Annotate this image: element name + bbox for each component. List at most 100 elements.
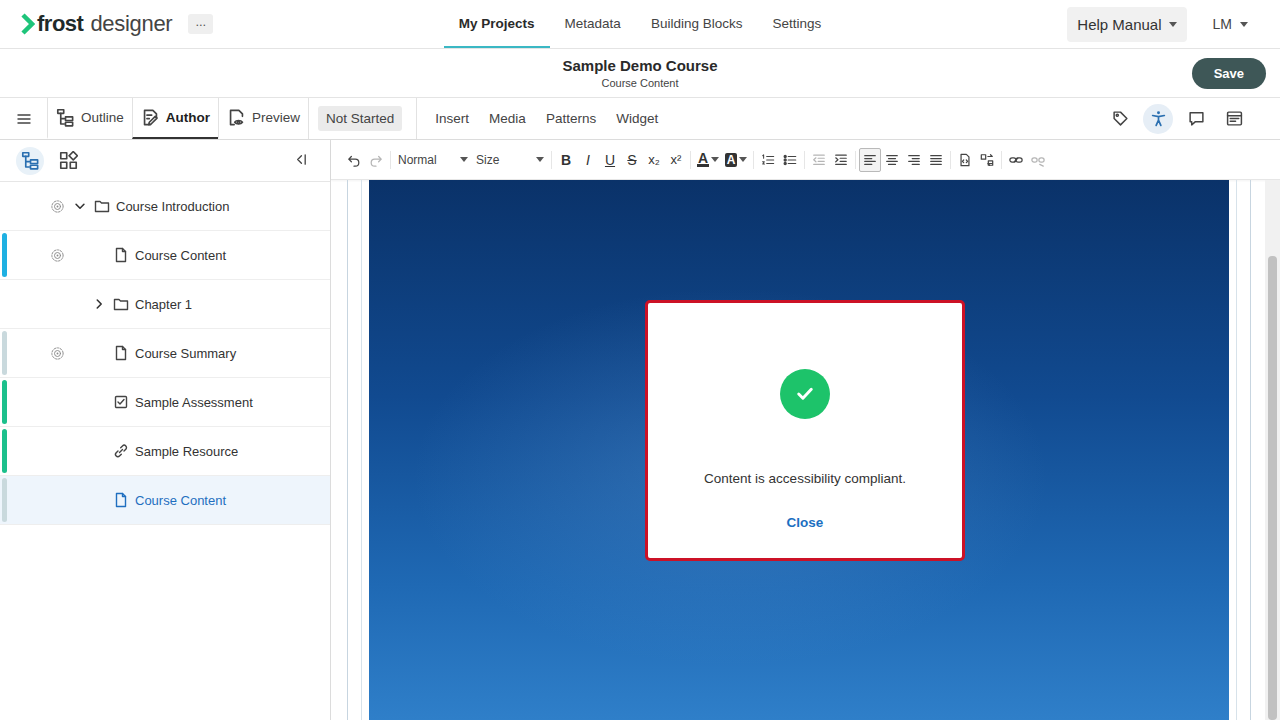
resource-icon — [113, 443, 129, 459]
editor-toolbar: Normal Size BIUSx₂ x² A A — [331, 140, 1280, 180]
format-dropdown[interactable]: Normal — [394, 148, 472, 172]
tree-item[interactable]: Course Summary — [0, 329, 330, 378]
nav-item[interactable]: Building Blocks — [636, 0, 758, 48]
help-manual-button[interactable]: Help Manual — [1067, 7, 1186, 42]
mode-tab[interactable]: Outline — [47, 98, 132, 139]
mode-tab[interactable]: Preview — [218, 98, 308, 139]
nav-item[interactable]: Settings — [757, 0, 836, 48]
item-settings-icon[interactable] — [50, 248, 65, 263]
toolbar-separator — [804, 151, 805, 169]
outline-sidebar: Course IntroductionCourse ContentChapter… — [0, 140, 331, 720]
save-button[interactable]: Save — [1192, 58, 1266, 89]
tree-item[interactable]: Chapter 1 — [0, 280, 330, 329]
size-dropdown[interactable]: Size — [472, 148, 548, 172]
toolbar-button[interactable] — [976, 148, 998, 172]
author-icon — [141, 108, 160, 127]
menu-item[interactable]: Patterns — [536, 111, 606, 126]
status-bar — [2, 429, 7, 473]
status-bar — [2, 380, 7, 424]
scrollbar[interactable] — [1265, 180, 1280, 720]
tree-item[interactable]: Course Content — [0, 476, 330, 525]
align-button[interactable] — [881, 148, 903, 172]
tree-item[interactable]: Course Content — [0, 231, 330, 280]
format-button[interactable]: x² — [665, 148, 687, 172]
mode-tab-label: Outline — [81, 110, 124, 125]
align-button[interactable] — [925, 148, 947, 172]
help-manual-label: Help Manual — [1077, 16, 1161, 33]
course-subtitle: Course Content — [601, 77, 678, 89]
view-toggle[interactable] — [16, 147, 44, 175]
status-bar — [2, 478, 7, 522]
format-button[interactable]: I — [577, 148, 599, 172]
menu-item[interactable]: Widget — [606, 111, 668, 126]
view-toggle[interactable] — [54, 147, 82, 175]
toolbar-button[interactable] — [365, 148, 387, 172]
user-menu[interactable]: LM — [1213, 16, 1248, 32]
toolbar-button[interactable] — [808, 148, 830, 172]
page-icon — [113, 492, 129, 508]
toolbar-button[interactable] — [343, 148, 365, 172]
format-button[interactable]: U — [599, 148, 621, 172]
align-button[interactable] — [859, 148, 881, 172]
toolbar-button[interactable] — [757, 148, 779, 172]
align-center-icon — [885, 153, 899, 167]
toolbar-button[interactable] — [954, 148, 976, 172]
mode-bar: OutlineAuthorPreviewNot StartedInsertMed… — [0, 98, 1280, 140]
mode-tab[interactable]: Author — [132, 98, 218, 139]
size-label: Size — [476, 153, 499, 167]
tree-item[interactable]: Sample Assessment — [0, 378, 330, 427]
text-color-button[interactable]: A — [694, 148, 722, 172]
folder-icon — [94, 198, 110, 214]
tree-item[interactable]: Course Introduction — [0, 182, 330, 231]
item-settings-icon[interactable] — [50, 346, 65, 361]
workspace: Course IntroductionCourse ContentChapter… — [0, 140, 1280, 720]
tool-button[interactable] — [1219, 104, 1249, 134]
accessibility-dialog: Content is accessibility compliant. Close — [645, 300, 965, 561]
tree-item-label: Course Introduction — [116, 199, 229, 214]
chevron-down-icon[interactable] — [73, 199, 87, 213]
toolbar-button[interactable] — [1027, 148, 1049, 172]
chevron-slot — [91, 297, 107, 311]
tree-item-label: Sample Resource — [135, 444, 238, 459]
format-button[interactable]: B — [555, 148, 577, 172]
tool-button[interactable] — [1143, 104, 1173, 134]
toolbar-button[interactable] — [1005, 148, 1027, 172]
toolbar-button[interactable] — [830, 148, 852, 172]
format-button[interactable]: x₂ — [643, 148, 665, 172]
menu-toggle[interactable] — [0, 98, 47, 139]
toolbar-button[interactable] — [779, 148, 801, 172]
menu-item[interactable]: Media — [479, 111, 536, 126]
settings-slot — [50, 199, 72, 214]
color-label: A — [697, 152, 709, 167]
align-button[interactable] — [903, 148, 925, 172]
format-label: x₂ — [648, 152, 660, 167]
caret-icon — [739, 157, 747, 162]
more-button[interactable]: ... — [188, 14, 213, 34]
color-label: A — [725, 153, 738, 167]
item-settings-icon[interactable] — [50, 199, 65, 214]
mode-tab-label: Author — [166, 110, 210, 125]
top-bar-left: frostdesigner... — [0, 11, 444, 37]
nav-item[interactable]: Metadata — [550, 0, 636, 48]
scrollbar-thumb[interactable] — [1268, 256, 1277, 720]
tool-button[interactable] — [1105, 104, 1135, 134]
collapse-icon — [293, 152, 308, 167]
ordered-list-icon — [761, 153, 775, 167]
tree-item[interactable]: Sample Resource — [0, 427, 330, 476]
editor-content: Content is accessibility compliant. Close — [331, 180, 1280, 720]
top-bar-right: Help Manual LM — [836, 7, 1280, 42]
logo[interactable]: frostdesigner — [20, 11, 172, 37]
format-button[interactable]: S — [621, 148, 643, 172]
dialog-message: Content is accessibility compliant. — [704, 471, 906, 486]
bullet-list-icon — [783, 153, 797, 167]
tool-button[interactable] — [1181, 104, 1211, 134]
chevron-right-icon[interactable] — [92, 297, 106, 311]
course-title-block: Sample Demo CourseCourse Content — [562, 57, 717, 89]
toolbar-separator — [1001, 151, 1002, 169]
toolbar-separator — [855, 151, 856, 169]
highlight-color-button[interactable]: A — [722, 148, 750, 172]
collapse-button[interactable] — [293, 152, 308, 170]
nav-item[interactable]: My Projects — [444, 0, 550, 48]
close-button[interactable]: Close — [787, 515, 824, 530]
menu-item[interactable]: Insert — [425, 111, 479, 126]
